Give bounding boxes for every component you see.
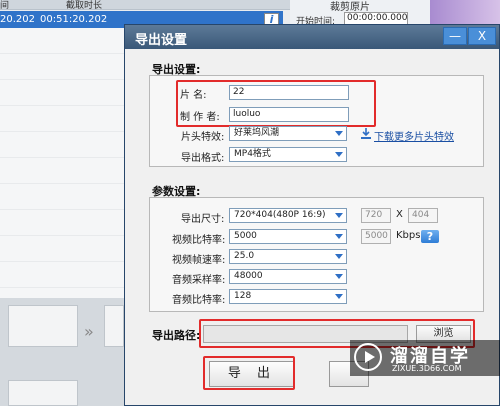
video-bitrate-select[interactable]: 5000 [229, 229, 347, 244]
format-select-value: MP4格式 [234, 149, 271, 159]
effect-select-value: 好莱坞风潮 [234, 128, 280, 138]
timeline-tile[interactable] [104, 305, 124, 347]
video-bitrate-select-value: 5000 [234, 231, 257, 241]
close-button[interactable]: X [468, 27, 496, 45]
chevron-down-icon [335, 294, 343, 299]
size-select-value: 720*404(480P 16:9) [234, 210, 326, 220]
width-input[interactable]: 720 [361, 208, 391, 223]
chevron-down-icon [335, 213, 343, 218]
effect-select[interactable]: 好莱坞风潮 [229, 126, 347, 141]
watermark-sub: ZIXUE.3D66.COM [392, 364, 462, 373]
chevron-down-icon [335, 152, 343, 157]
audio-bitrate-label: 音频比特率: [172, 295, 226, 306]
minimize-button[interactable]: — [443, 27, 467, 45]
play-logo-icon [354, 343, 382, 371]
clip-row-time: 20.202 [0, 14, 35, 25]
highlight-box-export [203, 356, 295, 390]
path-label: 导出路径: [152, 329, 201, 342]
chevron-down-icon [335, 254, 343, 259]
format-select[interactable]: MP4格式 [229, 147, 347, 162]
video-bitrate-label: 视频比特率: [172, 235, 226, 246]
audio-samplerate-select[interactable]: 48000 [229, 269, 347, 284]
height-input[interactable]: 404 [408, 208, 438, 223]
timeline-tile[interactable] [8, 380, 78, 406]
framerate-select-value: 25.0 [234, 251, 255, 261]
header-col-duration: 截取时长 [66, 1, 103, 11]
help-icon[interactable]: ? [421, 230, 439, 243]
video-bitrate-input[interactable]: 5000 [361, 229, 391, 244]
framerate-label: 视频帧速率: [172, 255, 226, 266]
size-label: 导出尺寸: [181, 214, 225, 225]
format-label: 导出格式: [181, 153, 225, 164]
header-col-time: 间 [0, 1, 10, 11]
audio-samplerate-label: 音频采样率: [172, 275, 226, 286]
download-icon[interactable] [361, 128, 371, 139]
audio-samplerate-select-value: 48000 [234, 271, 263, 281]
timeline-tile[interactable] [8, 305, 78, 347]
effect-label: 片头特效: [181, 132, 225, 143]
chevron-down-icon [335, 131, 343, 136]
framerate-select[interactable]: 25.0 [229, 249, 347, 264]
dialog-titlebar[interactable]: 导出设置 — X [125, 25, 499, 49]
more-effects-link[interactable]: 下载更多片头特效 [374, 128, 454, 143]
audio-bitrate-select[interactable]: 128 [229, 289, 347, 304]
kbps-label: Kbps [396, 230, 421, 241]
dialog-title: 导出设置 [135, 33, 188, 48]
clip-row-duration: 00:51:20.202 [40, 14, 108, 25]
clip-list-header: 间 截取时长 [0, 0, 290, 11]
chevron-down-icon [335, 274, 343, 279]
chevron-down-icon [335, 234, 343, 239]
audio-bitrate-select-value: 128 [234, 291, 252, 301]
size-select[interactable]: 720*404(480P 16:9) [229, 208, 347, 223]
double-chevron-right-icon: » [84, 322, 94, 341]
watermark: 溜溜自学 ZIXUE.3D66.COM [350, 340, 500, 376]
times-sign: X [396, 209, 403, 220]
highlight-box-title-author [176, 80, 376, 127]
